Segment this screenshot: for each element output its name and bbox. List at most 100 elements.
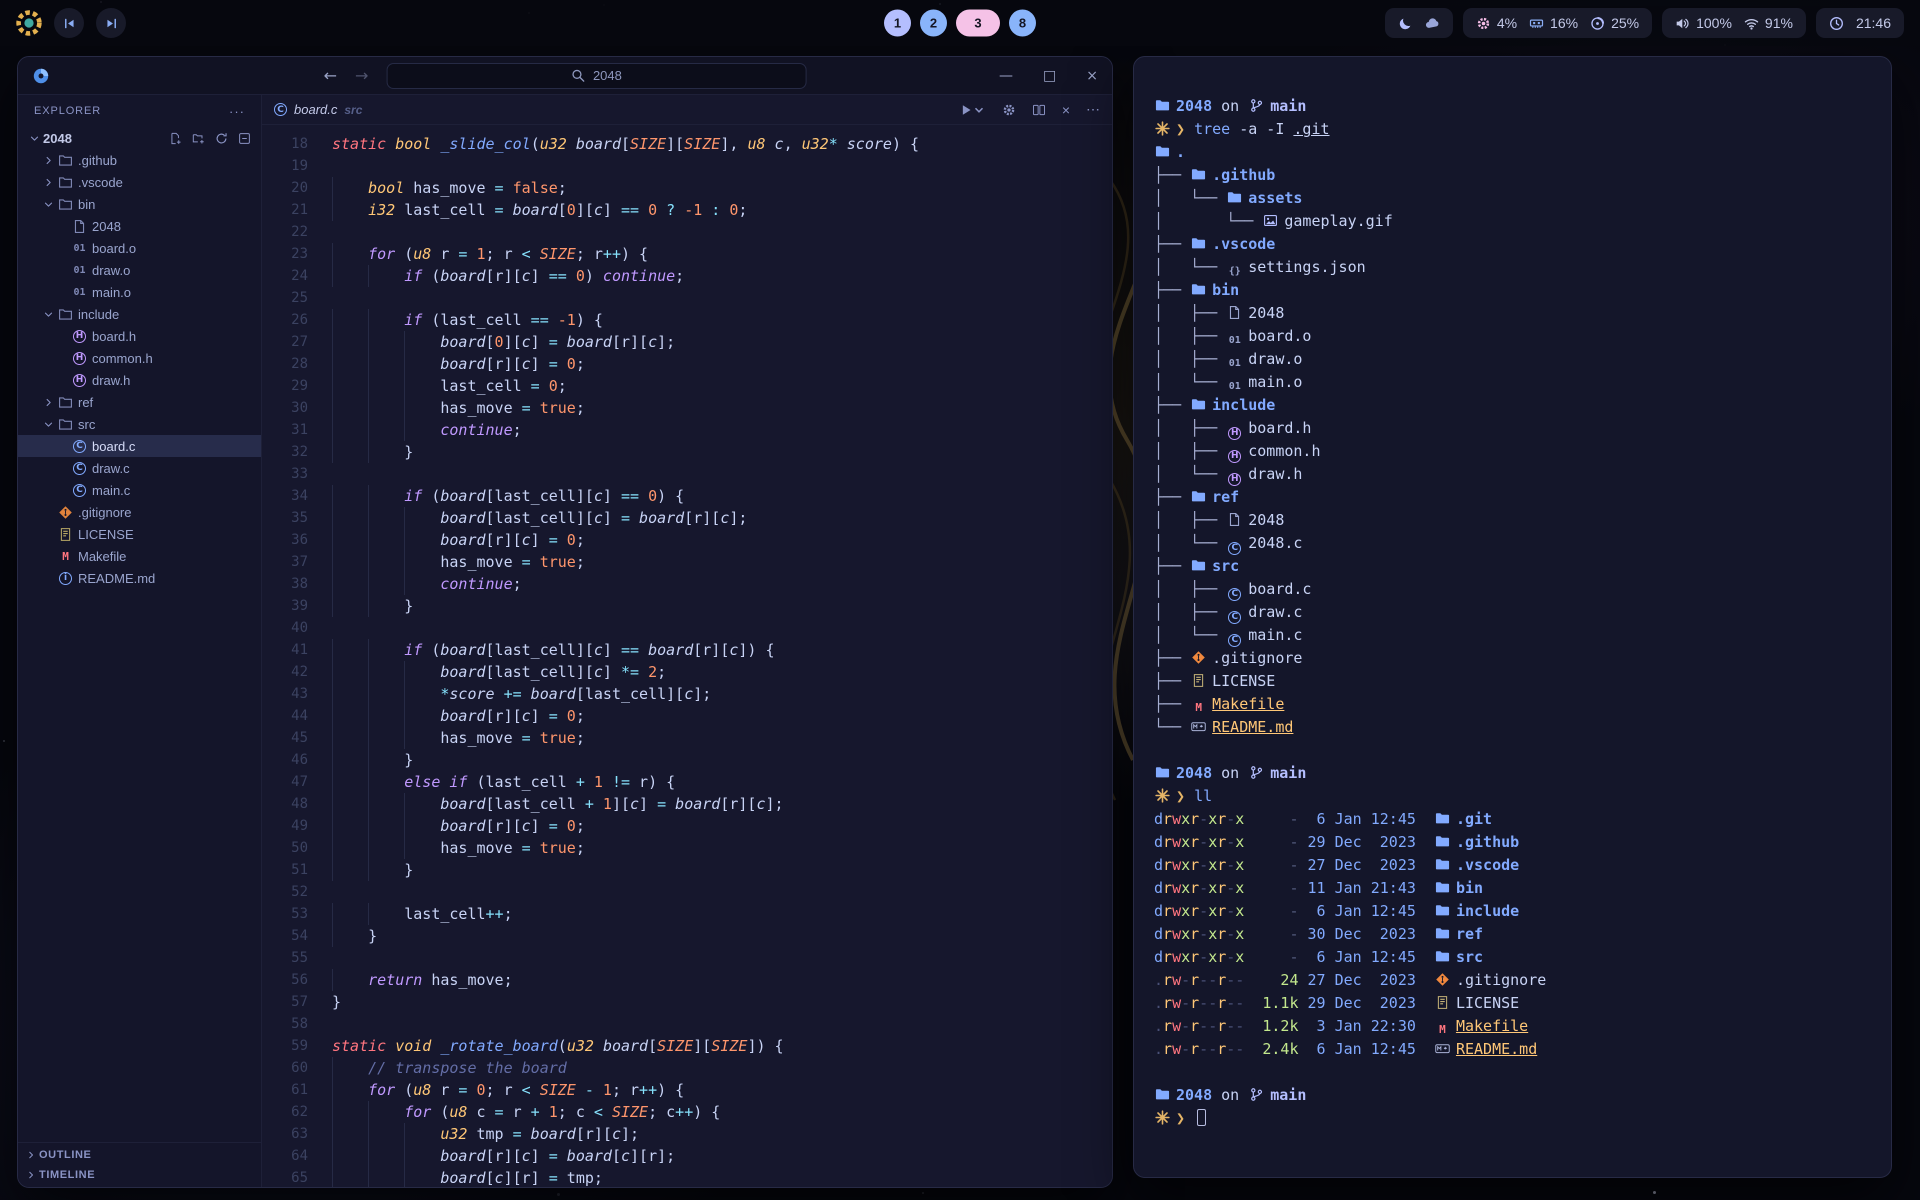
- code-line-25[interactable]: 25: [262, 287, 1112, 309]
- code-line-19[interactable]: 19: [262, 155, 1112, 177]
- explorer-item-.vscode[interactable]: .vscode: [18, 171, 261, 193]
- refresh-icon[interactable]: [215, 132, 228, 145]
- explorer-item-include[interactable]: include: [18, 303, 261, 325]
- code-line-59[interactable]: 59static void _rotate_board(u32 board[SI…: [262, 1035, 1112, 1057]
- split-editor-icon[interactable]: [1032, 103, 1046, 117]
- code-editor[interactable]: 18static bool _slide_col(u32 board[SIZE]…: [262, 125, 1112, 1187]
- code-line-35[interactable]: 35board[last_cell][c] = board[r][c];: [262, 507, 1112, 529]
- explorer-item-draw.c[interactable]: Cdraw.c: [18, 457, 261, 479]
- code-line-53[interactable]: 53last_cell++;: [262, 903, 1112, 925]
- code-line-34[interactable]: 34if (board[last_cell][c] == 0) {: [262, 485, 1112, 507]
- explorer-item-2048[interactable]: 2048: [18, 127, 261, 149]
- code-line-65[interactable]: 65board[c][r] = tmp;: [262, 1167, 1112, 1187]
- explorer-item-main.o[interactable]: 01main.o: [18, 281, 261, 303]
- code-line-21[interactable]: 21i32 last_cell = board[0][c] == 0 ? -1 …: [262, 199, 1112, 221]
- code-line-58[interactable]: 58: [262, 1013, 1112, 1035]
- new-file-icon[interactable]: [169, 132, 182, 145]
- close-button[interactable]: ×: [1086, 68, 1098, 84]
- weather-widget[interactable]: [1385, 8, 1453, 38]
- code-line-46[interactable]: 46}: [262, 749, 1112, 771]
- code-line-47[interactable]: 47else if (last_cell + 1 != r) {: [262, 771, 1112, 793]
- code-line-61[interactable]: 61for (u8 r = 0; r < SIZE - 1; r++) {: [262, 1079, 1112, 1101]
- explorer-item-board.o[interactable]: 01board.o: [18, 237, 261, 259]
- code-line-51[interactable]: 51}: [262, 859, 1112, 881]
- explorer-item-src[interactable]: src: [18, 413, 261, 435]
- close-editor-icon[interactable]: ×: [1062, 102, 1070, 118]
- timeline-section[interactable]: TIMELINE: [18, 1165, 261, 1185]
- code-line-49[interactable]: 49board[r][c] = 0;: [262, 815, 1112, 837]
- code-line-24[interactable]: 24if (board[r][c] == 0) continue;: [262, 265, 1112, 287]
- code-line-45[interactable]: 45has_move = true;: [262, 727, 1112, 749]
- code-line-40[interactable]: 40: [262, 617, 1112, 639]
- explorer-item-main.c[interactable]: Cmain.c: [18, 479, 261, 501]
- explorer-item-Makefile[interactable]: MMakefile: [18, 545, 261, 567]
- code-line-28[interactable]: 28board[r][c] = 0;: [262, 353, 1112, 375]
- nav-forward-button[interactable]: →: [355, 66, 368, 85]
- code-line-37[interactable]: 37has_move = true;: [262, 551, 1112, 573]
- run-button[interactable]: [959, 103, 986, 117]
- explorer-item-.gitignore[interactable]: .gitignore: [18, 501, 261, 523]
- code-line-38[interactable]: 38continue;: [262, 573, 1112, 595]
- code-line-22[interactable]: 22: [262, 221, 1112, 243]
- code-line-52[interactable]: 52: [262, 881, 1112, 903]
- workspace-2[interactable]: 2: [920, 10, 947, 37]
- clock-widget[interactable]: 21:46: [1816, 8, 1904, 38]
- outline-section[interactable]: OUTLINE: [18, 1145, 261, 1165]
- explorer-item-LICENSE[interactable]: LICENSE: [18, 523, 261, 545]
- settings-gear-icon[interactable]: [1002, 103, 1016, 117]
- code-line-20[interactable]: 20bool has_move = false;: [262, 177, 1112, 199]
- code-line-18[interactable]: 18static bool _slide_col(u32 board[SIZE]…: [262, 133, 1112, 155]
- code-line-63[interactable]: 63u32 tmp = board[r][c];: [262, 1123, 1112, 1145]
- audio-network-widget[interactable]: 100% 91%: [1662, 8, 1806, 38]
- media-next-button[interactable]: [96, 8, 126, 38]
- minimize-button[interactable]: —: [999, 68, 1013, 84]
- workspace-3-active[interactable]: 3: [956, 10, 1000, 37]
- tab-board-c[interactable]: C board.c src: [274, 102, 362, 117]
- code-line-36[interactable]: 36board[r][c] = 0;: [262, 529, 1112, 551]
- code-line-60[interactable]: 60// transpose the board: [262, 1057, 1112, 1079]
- explorer-item-README.md[interactable]: iREADME.md: [18, 567, 261, 589]
- code-line-50[interactable]: 50has_move = true;: [262, 837, 1112, 859]
- code-line-31[interactable]: 31continue;: [262, 419, 1112, 441]
- system-stats-widget[interactable]: 4% 16% 25%: [1463, 8, 1652, 38]
- workspace-8[interactable]: 8: [1009, 10, 1036, 37]
- command-center-search[interactable]: 2048: [386, 63, 806, 89]
- workspace-1[interactable]: 1: [884, 10, 911, 37]
- collapse-all-icon[interactable]: [238, 132, 251, 145]
- code-line-56[interactable]: 56return has_move;: [262, 969, 1112, 991]
- explorer-item-.github[interactable]: .github: [18, 149, 261, 171]
- code-line-42[interactable]: 42board[last_cell][c] *= 2;: [262, 661, 1112, 683]
- code-line-48[interactable]: 48board[last_cell + 1][c] = board[r][c];: [262, 793, 1112, 815]
- code-line-44[interactable]: 44board[r][c] = 0;: [262, 705, 1112, 727]
- new-folder-icon[interactable]: [192, 132, 205, 145]
- explorer-item-ref[interactable]: ref: [18, 391, 261, 413]
- code-line-57[interactable]: 57}: [262, 991, 1112, 1013]
- code-line-32[interactable]: 32}: [262, 441, 1112, 463]
- media-previous-button[interactable]: [54, 8, 84, 38]
- code-line-62[interactable]: 62for (u8 c = r + 1; c < SIZE; c++) {: [262, 1101, 1112, 1123]
- code-line-33[interactable]: 33: [262, 463, 1112, 485]
- code-line-30[interactable]: 30has_move = true;: [262, 397, 1112, 419]
- nav-back-button[interactable]: ←: [324, 66, 337, 85]
- code-line-41[interactable]: 41if (board[last_cell][c] == board[r][c]…: [262, 639, 1112, 661]
- maximize-button[interactable]: □: [1043, 68, 1056, 84]
- code-line-29[interactable]: 29last_cell = 0;: [262, 375, 1112, 397]
- code-line-27[interactable]: 27board[0][c] = board[r][c];: [262, 331, 1112, 353]
- terminal-window[interactable]: 2048 on main❯ tree -a -I .git.├── .githu…: [1133, 56, 1892, 1178]
- code-line-64[interactable]: 64board[r][c] = board[c][r];: [262, 1145, 1112, 1167]
- code-line-55[interactable]: 55: [262, 947, 1112, 969]
- explorer-more-icon[interactable]: ···: [229, 104, 245, 119]
- explorer-item-bin[interactable]: bin: [18, 193, 261, 215]
- explorer-item-draw.h[interactable]: Hdraw.h: [18, 369, 261, 391]
- explorer-item-2048[interactable]: 2048: [18, 215, 261, 237]
- code-line-39[interactable]: 39}: [262, 595, 1112, 617]
- code-line-43[interactable]: 43*score += board[last_cell][c];: [262, 683, 1112, 705]
- explorer-item-draw.o[interactable]: 01draw.o: [18, 259, 261, 281]
- more-actions-icon[interactable]: ⋯: [1086, 101, 1100, 118]
- explorer-item-common.h[interactable]: Hcommon.h: [18, 347, 261, 369]
- code-line-23[interactable]: 23for (u8 r = 1; r < SIZE; r++) {: [262, 243, 1112, 265]
- code-line-54[interactable]: 54}: [262, 925, 1112, 947]
- explorer-item-board.c[interactable]: Cboard.c: [18, 435, 261, 457]
- code-line-26[interactable]: 26if (last_cell == -1) {: [262, 309, 1112, 331]
- explorer-item-board.h[interactable]: Hboard.h: [18, 325, 261, 347]
